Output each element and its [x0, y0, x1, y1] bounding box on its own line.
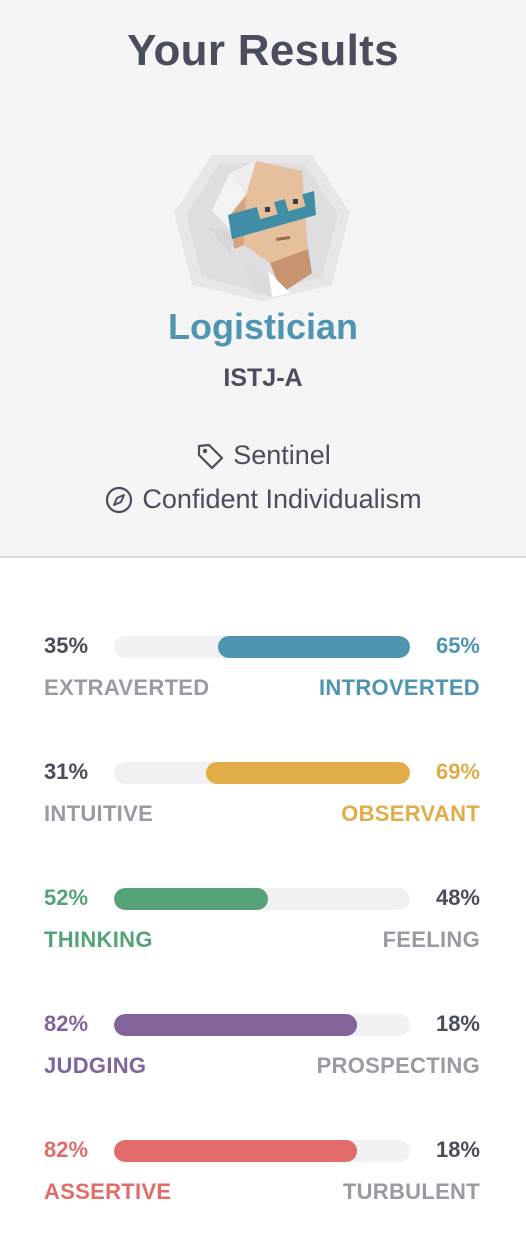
- trait-right-percent: 18%: [435, 1137, 480, 1162]
- trait-energy: 35% 65% EXTRAVERTED INTROVERTED: [0, 632, 526, 722]
- logistician-avatar-icon: [174, 155, 350, 301]
- trait-left-label: ASSERTIVE: [44, 1179, 172, 1204]
- trait-left-percent: 52%: [44, 885, 89, 910]
- trait-right-label: OBSERVANT: [341, 801, 480, 826]
- results-header: Your Results Logistician ISTJ-A Sentinel: [0, 0, 526, 558]
- trait-left-percent: 35%: [44, 633, 89, 658]
- trait-bar-fill: [114, 1140, 357, 1162]
- compass-icon: [106, 486, 133, 513]
- trait-bar: [114, 762, 410, 784]
- trait-bar: [114, 1014, 410, 1036]
- personality-type-code: ISTJ-A: [223, 364, 303, 392]
- tag-icon: [198, 443, 224, 469]
- trait-bar: [114, 1140, 410, 1162]
- trait-left-percent: 82%: [44, 1011, 89, 1036]
- trait-right-label: PROSPECTING: [316, 1053, 480, 1078]
- trait-right-label: FEELING: [382, 927, 480, 952]
- trait-bar-fill: [114, 888, 268, 910]
- trait-left-label: INTUITIVE: [44, 801, 154, 826]
- role-label: Sentinel: [233, 440, 331, 470]
- trait-bar: [114, 636, 410, 658]
- role-line: Sentinel: [0, 440, 526, 471]
- trait-bar: [114, 888, 410, 910]
- trait-right-percent: 18%: [435, 1011, 480, 1036]
- trait-right-percent: 48%: [435, 885, 480, 910]
- trait-tactics: 82% 18% JUDGING PROSPECTING: [0, 1010, 526, 1100]
- trait-mind: 31% 69% INTUITIVE OBSERVANT: [0, 758, 526, 848]
- trait-right-label: INTROVERTED: [319, 675, 480, 700]
- trait-right-percent: 65%: [435, 633, 480, 658]
- page-title: Your Results: [127, 26, 399, 75]
- trait-right-label: TURBULENT: [342, 1179, 480, 1204]
- personality-type-name: Logistician: [167, 306, 359, 347]
- trait-right-percent: 69%: [435, 759, 480, 784]
- trait-bar-fill: [206, 762, 410, 784]
- strategy-line: Confident Individualism: [0, 484, 526, 515]
- trait-nature: 52% 48% THINKING FEELING: [0, 884, 526, 974]
- trait-left-percent: 31%: [44, 759, 89, 784]
- trait-identity: 82% 18% ASSERTIVE TURBULENT: [0, 1136, 526, 1226]
- trait-bar-fill: [218, 636, 410, 658]
- trait-left-label: THINKING: [44, 927, 153, 952]
- trait-left-label: JUDGING: [44, 1053, 147, 1078]
- trait-left-label: EXTRAVERTED: [44, 675, 210, 700]
- strategy-label: Confident Individualism: [142, 484, 422, 514]
- trait-bar-fill: [114, 1014, 357, 1036]
- trait-left-percent: 82%: [44, 1137, 89, 1162]
